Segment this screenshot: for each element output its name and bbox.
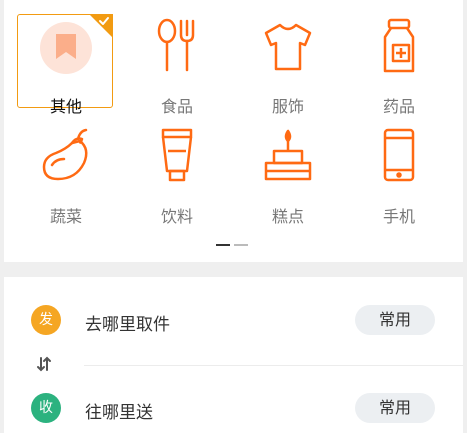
- category-vegetables[interactable]: 蔬菜: [18, 125, 114, 226]
- category-pastry[interactable]: 糕点: [240, 125, 336, 226]
- category-phone[interactable]: 手机: [351, 125, 447, 226]
- page-dot-active: [216, 244, 230, 246]
- category-other[interactable]: 其他: [18, 15, 114, 116]
- delivery-address-field[interactable]: 往哪里送: [85, 398, 153, 423]
- address-panel: 发 去哪里取件 常用 收 往哪里送 常用: [4, 277, 463, 433]
- category-panel: 其他 食品 服饰 药品 蔬菜 饮料 糕点 手机: [4, 0, 463, 262]
- drink-cup-icon: [161, 128, 193, 182]
- eggplant-icon: [42, 128, 88, 181]
- category-label: 手机: [382, 207, 415, 226]
- category-label: 蔬菜: [49, 207, 82, 226]
- pickup-badge: 发: [31, 305, 61, 335]
- phone-icon: [383, 128, 415, 182]
- category-clothing[interactable]: 服饰: [240, 15, 336, 116]
- pickup-frequent-button[interactable]: 常用: [355, 305, 435, 335]
- category-label: 药品: [382, 97, 415, 116]
- cake-icon: [264, 129, 312, 181]
- category-drinks[interactable]: 饮料: [129, 125, 225, 226]
- swap-icon[interactable]: [36, 355, 52, 373]
- medicine-bottle-icon: [383, 18, 415, 73]
- category-label: 其他: [49, 97, 82, 116]
- spoon-fork-icon: [157, 18, 195, 72]
- page-dot: [234, 244, 248, 246]
- category-medicine[interactable]: 药品: [351, 15, 447, 116]
- tshirt-icon: [264, 23, 312, 71]
- delivery-badge: 收: [31, 393, 61, 423]
- category-food[interactable]: 食品: [129, 15, 225, 116]
- category-label: 糕点: [271, 207, 304, 226]
- category-label: 服饰: [271, 97, 304, 116]
- tag-icon: [40, 22, 92, 74]
- category-label: 食品: [160, 97, 193, 116]
- delivery-frequent-button[interactable]: 常用: [355, 393, 435, 423]
- pickup-address-field[interactable]: 去哪里取件: [85, 310, 170, 335]
- divider: [84, 365, 463, 366]
- category-label: 饮料: [160, 207, 193, 226]
